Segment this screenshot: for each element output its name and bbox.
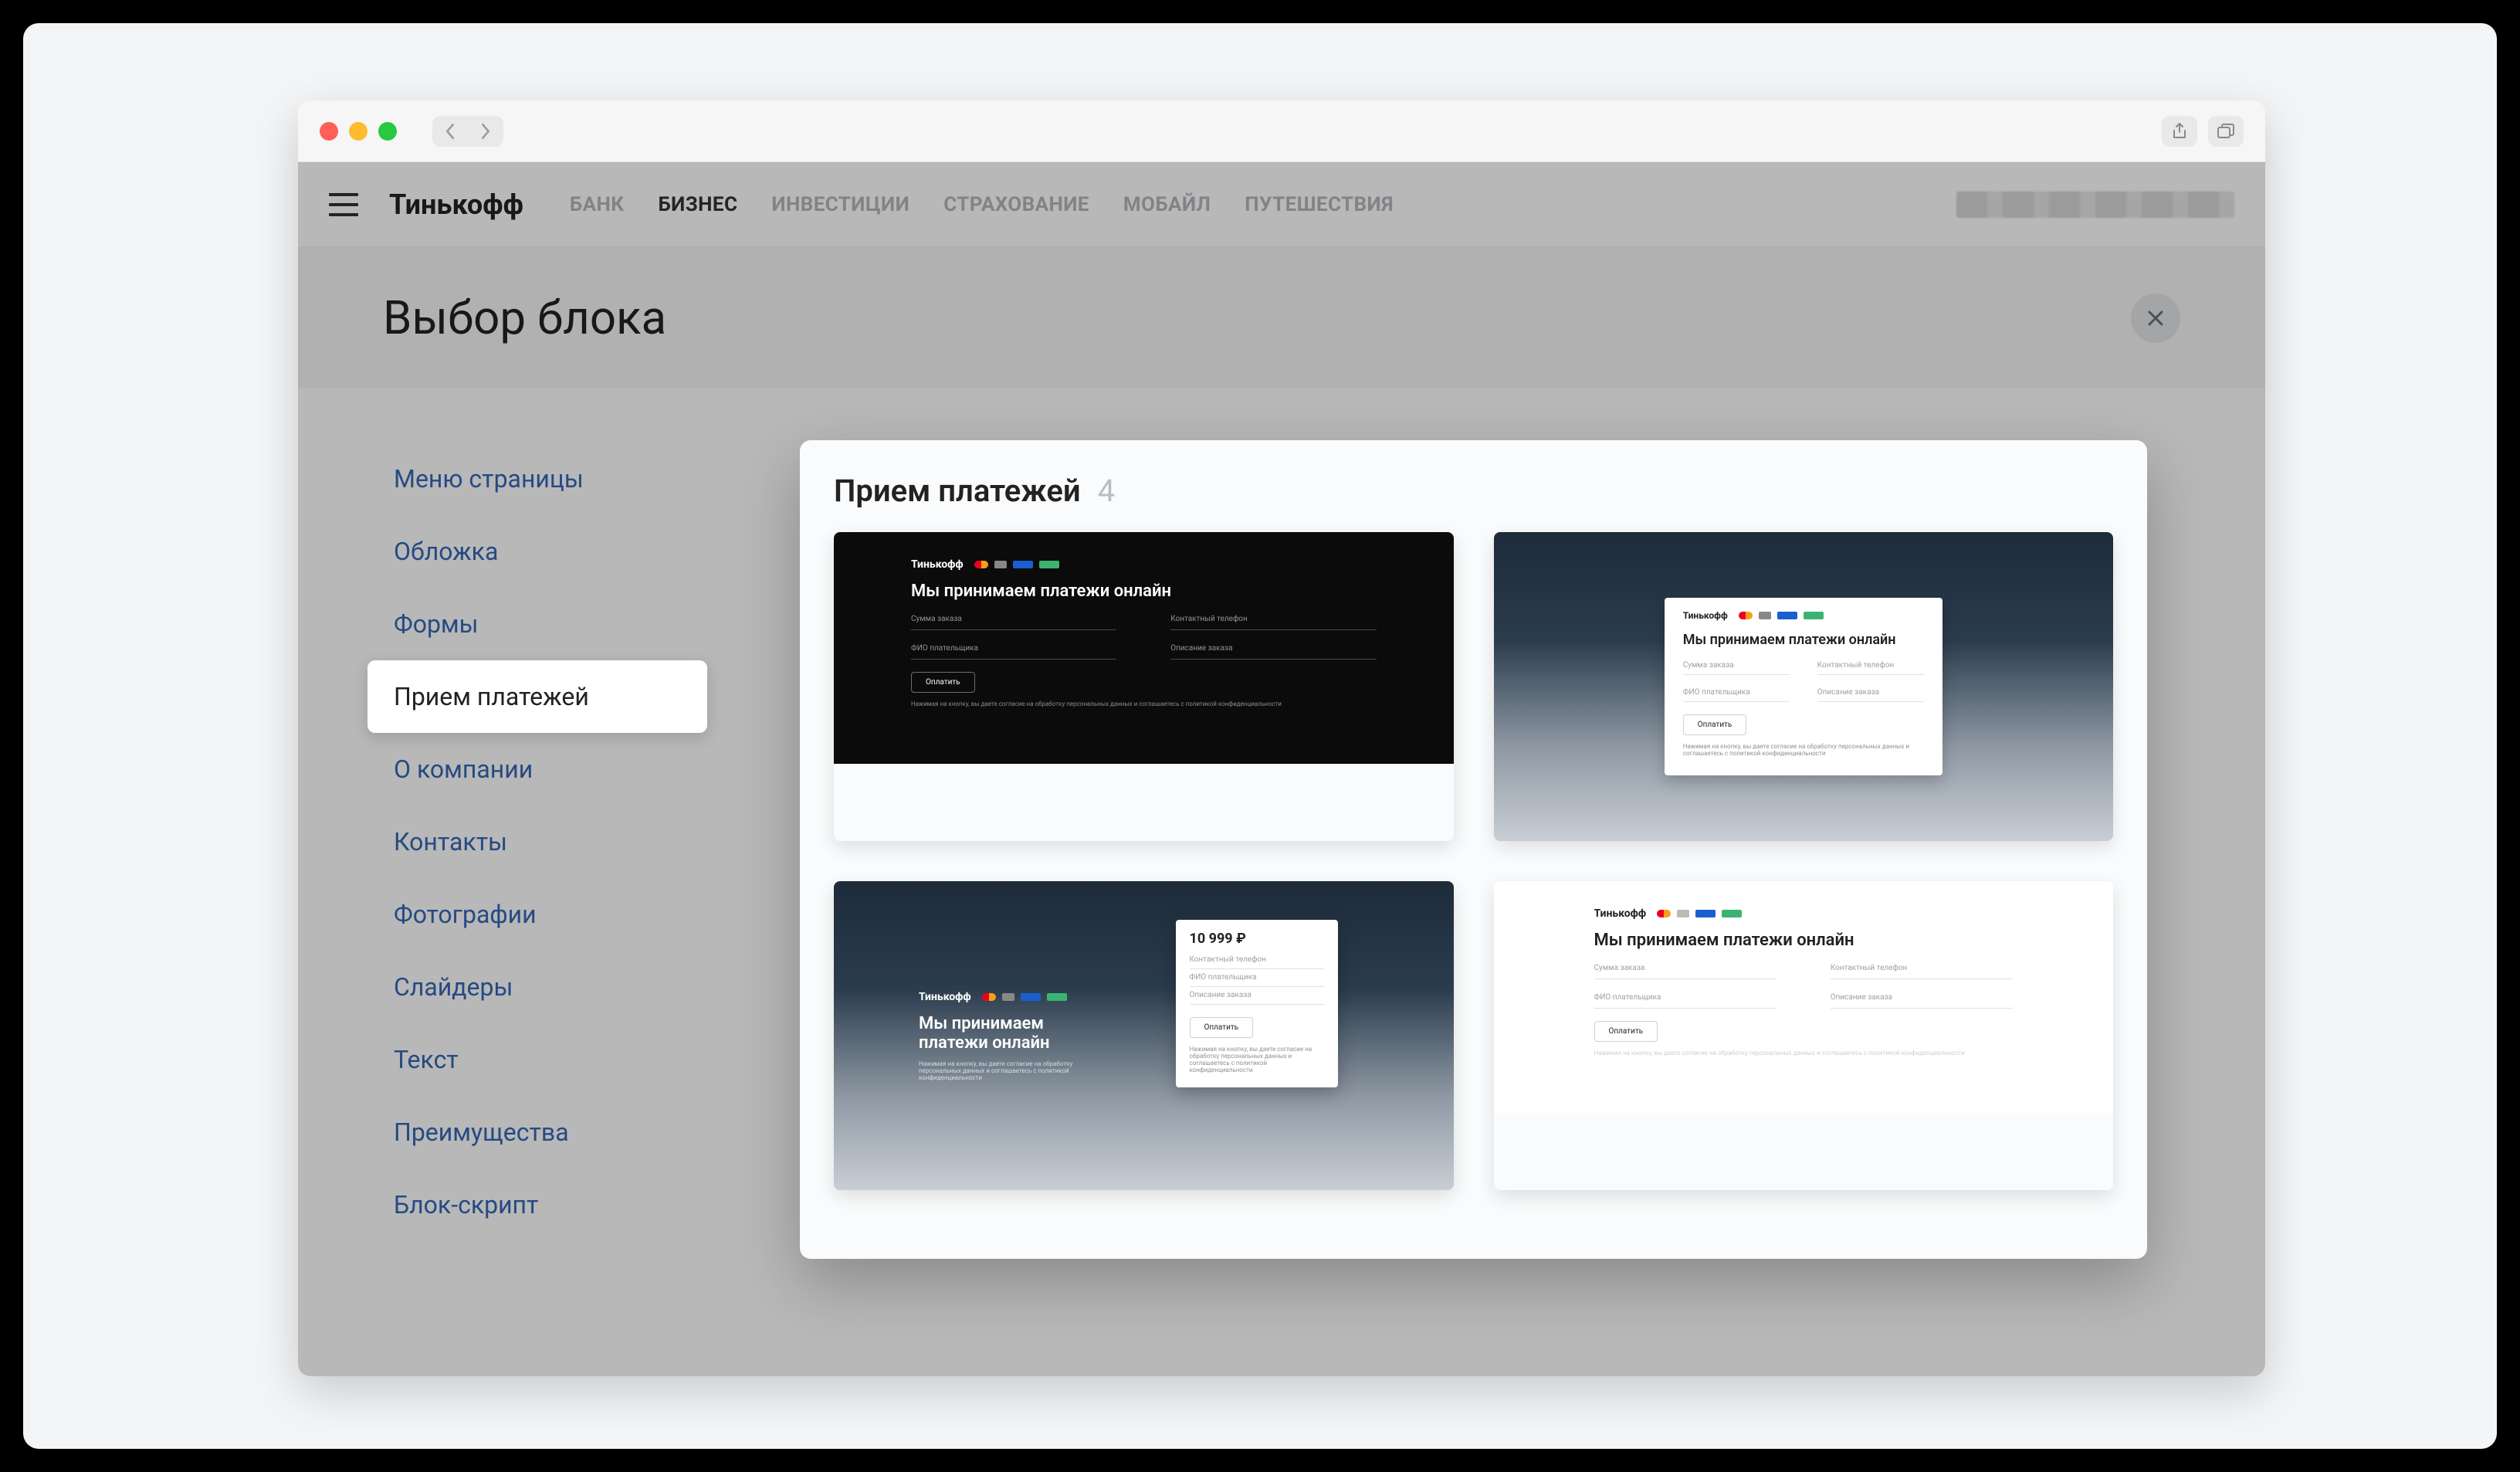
field-amount: Сумма заказа	[1683, 657, 1790, 675]
card-icon	[1759, 612, 1771, 619]
field-phone: Контактный телефон	[1831, 959, 2013, 979]
mini-brand: Тинькофф	[1594, 907, 1647, 920]
field-payer: ФИО плательщика	[1190, 969, 1324, 987]
nav-forward-button[interactable]	[468, 116, 503, 147]
visa-icon	[1695, 910, 1716, 917]
tabs-button[interactable]	[2208, 116, 2244, 147]
mini-brand: Тинькофф	[911, 558, 964, 571]
mir-icon	[1722, 910, 1742, 917]
mini-heading: Мы принимаем платежи онлайн	[911, 582, 1377, 601]
mastercard-icon	[1657, 910, 1671, 917]
mastercard-icon	[982, 993, 996, 1001]
tabs-icon	[2217, 124, 2234, 139]
sidebar-item-payments[interactable]: Прием платежей	[368, 660, 707, 733]
card-icon	[994, 561, 1007, 568]
field-payer: ФИО плательщика	[1683, 684, 1790, 702]
field-desc: Описание заказа	[1190, 987, 1324, 1005]
mini-brand: Тинькофф	[1683, 610, 1728, 621]
mini-heading: Мы принимаем платежи онлайн	[1594, 931, 2014, 950]
field-payer: ФИО плательщика	[1594, 989, 1777, 1009]
nav-back-button[interactable]	[432, 116, 468, 147]
maximize-window-icon[interactable]	[378, 122, 397, 141]
fine-print: Нажимая на кнопку, вы даете согласие на …	[1683, 743, 1924, 757]
visa-icon	[1021, 993, 1041, 1001]
payment-icons	[1657, 910, 1742, 917]
field-amount: Сумма заказа	[1594, 959, 1777, 979]
mir-icon	[1804, 612, 1824, 619]
block-picker-panel: Прием платежей 4 Тинькофф	[800, 440, 2147, 1259]
field-payer: ФИО плательщика	[911, 639, 1116, 660]
window-toolbar	[298, 100, 2265, 162]
field-amount: Сумма заказа	[911, 610, 1116, 630]
mir-icon	[1047, 993, 1067, 1001]
site-viewport: Тинькофф БАНК БИЗНЕС ИНВЕСТИЦИИ СТРАХОВА…	[298, 162, 2265, 1376]
template-card-dark[interactable]: Тинькофф Мы принимаем платежи онлайн	[834, 532, 1454, 841]
field-phone: Контактный телефон	[1170, 610, 1376, 630]
field-desc: Описание заказа	[1831, 989, 2013, 1009]
pay-button: Оплатить	[1683, 714, 1747, 735]
card-icon	[1002, 993, 1014, 1001]
mini-heading: Мы принимаем платежи онлайн	[1683, 632, 1924, 648]
field-desc: Описание заказа	[1817, 684, 1924, 702]
field-phone: Контактный телефон	[1190, 951, 1324, 969]
price-value: 10 999 ₽	[1190, 931, 1324, 947]
panel-count: 4	[1098, 473, 1115, 509]
template-card-white[interactable]: Тинькофф Мы принимаем платежи онлайн	[1494, 881, 2114, 1190]
visa-icon	[1777, 612, 1797, 619]
card-icon	[1677, 910, 1689, 917]
close-window-icon[interactable]	[320, 122, 338, 141]
fine-print: Нажимая на кнопку, вы даете согласие на …	[919, 1060, 1088, 1081]
traffic-lights	[320, 122, 397, 141]
mir-icon	[1039, 561, 1059, 568]
share-button[interactable]	[2162, 116, 2197, 147]
payment-icons	[1739, 612, 1824, 619]
chevron-right-icon	[479, 124, 492, 139]
mastercard-icon	[1739, 612, 1753, 619]
nav-back-forward	[432, 116, 503, 147]
fine-print: Нажимая на кнопку, вы даете согласие на …	[1594, 1050, 2014, 1057]
mastercard-icon	[974, 561, 988, 568]
panel-title: Прием платежей	[834, 473, 1081, 509]
fine-print: Нажимая на кнопку, вы даете согласие на …	[1190, 1046, 1324, 1073]
browser-window: Тинькофф БАНК БИЗНЕС ИНВЕСТИЦИИ СТРАХОВА…	[298, 100, 2265, 1376]
payment-icons	[974, 561, 1059, 568]
visa-icon	[1013, 561, 1033, 568]
template-card-photo-split[interactable]: Тинькофф Мы принимаем платежи	[834, 881, 1454, 1190]
field-desc: Описание заказа	[1170, 639, 1376, 660]
field-phone: Контактный телефон	[1817, 657, 1924, 675]
pay-button: Оплатить	[1594, 1021, 1658, 1042]
chevron-left-icon	[444, 124, 456, 139]
share-icon	[2172, 123, 2187, 140]
template-card-photo-center[interactable]: Тинькофф Мы принимаем платежи	[1494, 532, 2114, 841]
payment-icons	[982, 993, 1067, 1001]
mini-heading: Мы принимаем платежи онлайн	[919, 1014, 1088, 1053]
pay-button: Оплатить	[911, 672, 975, 693]
mini-brand: Тинькофф	[919, 991, 971, 1003]
pay-button: Оплатить	[1190, 1017, 1254, 1038]
minimize-window-icon[interactable]	[349, 122, 368, 141]
fine-print: Нажимая на кнопку, вы даете согласие на …	[911, 700, 1377, 707]
